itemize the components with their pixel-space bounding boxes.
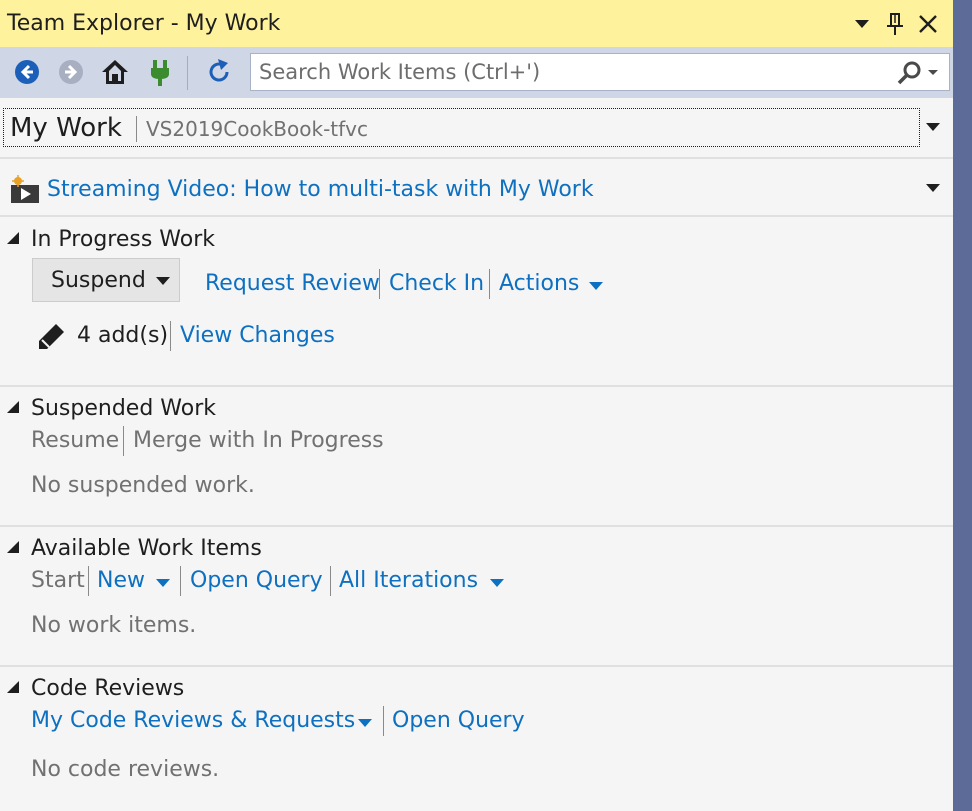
video-icon [10, 175, 42, 205]
available-work-items-title: Available Work Items [31, 536, 262, 561]
code-reviews-empty-text: No code reviews. [31, 757, 220, 782]
video-dropdown-icon[interactable] [926, 184, 940, 192]
check-in-link[interactable]: Check In [389, 271, 484, 296]
open-query-link[interactable]: Open Query [190, 568, 323, 593]
start-link: Start [31, 568, 85, 593]
close-icon[interactable] [915, 9, 943, 39]
search-box [250, 53, 950, 91]
search-input[interactable] [259, 57, 879, 87]
back-icon[interactable] [12, 57, 42, 87]
page-header[interactable]: My Work VS2019CookBook-tfvc [3, 108, 920, 147]
search-icon[interactable] [896, 60, 940, 86]
header-dropdown-icon[interactable] [926, 123, 940, 131]
connect-icon[interactable] [145, 57, 175, 87]
pencil-icon [36, 322, 66, 350]
suspended-work-title: Suspended Work [31, 396, 216, 421]
suspended-empty-text: No suspended work. [31, 473, 255, 498]
link-separator [180, 566, 181, 596]
collapse-triangle-icon[interactable] [7, 232, 19, 244]
link-separator [123, 426, 124, 456]
iterations-chevron-down-icon[interactable] [490, 579, 504, 587]
link-separator [170, 321, 171, 351]
pin-icon[interactable] [882, 9, 910, 39]
divider [0, 525, 953, 527]
collapse-triangle-icon[interactable] [7, 541, 19, 553]
content-area: My Work VS2019CookBook-tfvc Streaming Vi… [0, 98, 953, 811]
divider [0, 157, 953, 159]
my-code-reviews-link[interactable]: My Code Reviews & Requests [31, 708, 355, 733]
team-explorer-panel: Team Explorer - My Work Search Work Item… [0, 0, 953, 811]
link-separator [88, 566, 89, 596]
changes-count: 4 add(s) [77, 323, 169, 348]
link-separator [489, 269, 490, 299]
toolbar-separator [187, 56, 188, 90]
all-iterations-link[interactable]: All Iterations [339, 568, 478, 593]
project-name: VS2019CookBook-tfvc [146, 117, 369, 141]
view-changes-link[interactable]: View Changes [180, 323, 335, 348]
link-separator [383, 706, 384, 736]
code-reviews-title: Code Reviews [31, 676, 185, 701]
new-link[interactable]: New [97, 568, 145, 593]
collapse-triangle-icon[interactable] [7, 401, 19, 413]
page-title: My Work [10, 113, 122, 143]
divider [0, 665, 953, 667]
merge-with-in-progress-link: Merge with In Progress [133, 428, 384, 453]
code-reviews-open-query-link[interactable]: Open Query [392, 708, 525, 733]
toolbar [0, 47, 953, 98]
link-separator [330, 566, 331, 596]
collapse-triangle-icon[interactable] [7, 681, 19, 693]
divider [0, 215, 953, 217]
window-menu-dropdown-icon[interactable] [850, 9, 878, 39]
resume-link: Resume [31, 428, 120, 453]
work-items-empty-text: No work items. [31, 613, 197, 638]
code-reviews-chevron-down-icon[interactable] [358, 719, 372, 727]
suspend-label: Suspend [51, 268, 146, 293]
actions-chevron-down-icon[interactable] [589, 282, 603, 290]
in-progress-title: In Progress Work [31, 227, 216, 252]
window-title: Team Explorer - My Work [7, 11, 281, 36]
home-icon[interactable] [100, 57, 130, 87]
streaming-video-link[interactable]: Streaming Video: How to multi-task with … [47, 177, 594, 202]
actions-link[interactable]: Actions [499, 271, 579, 296]
link-separator [379, 269, 380, 299]
refresh-icon[interactable] [204, 57, 234, 87]
title-bar: Team Explorer - My Work [0, 0, 953, 47]
chevron-down-icon [156, 277, 170, 285]
divider [0, 385, 953, 387]
suspend-button[interactable]: Suspend [32, 258, 180, 302]
header-divider [136, 116, 137, 142]
new-chevron-down-icon[interactable] [156, 579, 170, 587]
forward-icon [56, 57, 86, 87]
request-review-link[interactable]: Request Review [205, 271, 380, 296]
